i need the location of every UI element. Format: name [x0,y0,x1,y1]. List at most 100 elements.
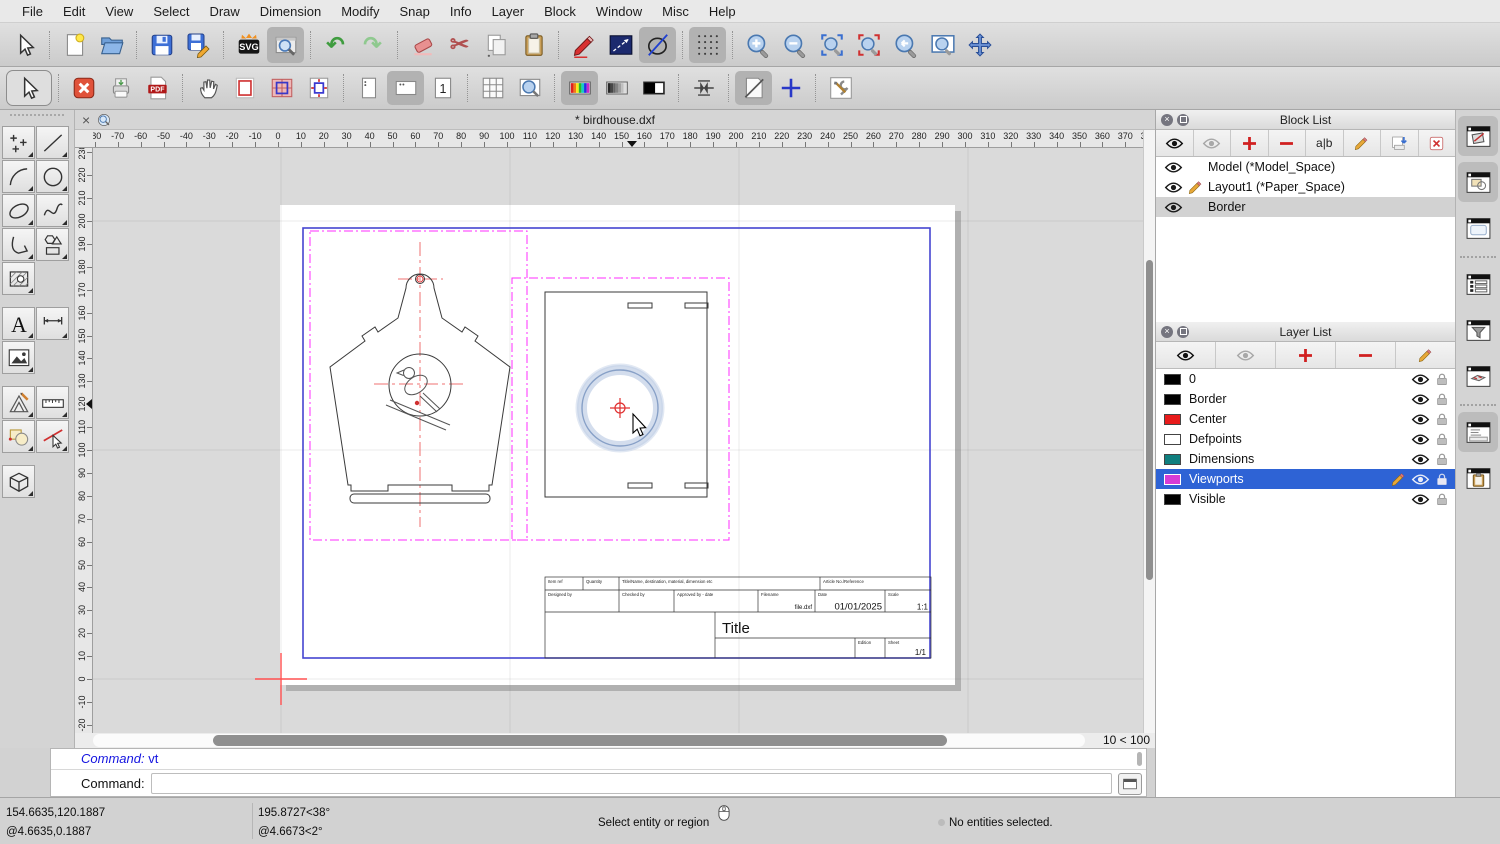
open-document-button[interactable] [93,27,130,63]
menu-misc[interactable]: Misc [652,4,699,19]
point-tools-button[interactable] [2,126,35,159]
selection-pointer-button[interactable] [6,27,43,63]
previous-view-button[interactable] [887,27,924,63]
pan-zoom-button[interactable] [961,27,998,63]
layer-edit-pencil-icon[interactable] [1389,471,1407,488]
close-print-preview-button[interactable] [65,71,102,105]
menu-view[interactable]: View [95,4,143,19]
layer-color-swatch[interactable] [1164,474,1181,485]
layer-color-swatch[interactable] [1164,434,1181,445]
layer-visibility-eye-icon[interactable] [1411,490,1429,509]
add-layer-button[interactable] [1276,342,1336,368]
hatch-tool-button[interactable] [2,262,35,295]
block-visibility-eye-icon[interactable] [1164,178,1182,197]
layer-row[interactable]: Border [1156,389,1455,409]
menu-help[interactable]: Help [699,4,746,19]
auto-fit-drawing-button[interactable] [300,71,337,105]
canvas-horizontal-scrollbar[interactable] [93,734,1085,747]
layer-color-swatch[interactable] [1164,374,1181,385]
print-preview-button[interactable] [267,27,304,63]
menu-modify[interactable]: Modify [331,4,389,19]
modify-tools-button[interactable] [2,386,35,419]
full-color-mode-button[interactable] [561,71,598,105]
named-views-panel-toggle-button[interactable] [1458,356,1498,396]
library-browser-panel-toggle-button[interactable] [1458,208,1498,248]
portrait-orientation-button[interactable] [350,71,387,105]
remove-block-button[interactable] [1269,130,1307,156]
command-history[interactable]: Command: vt [51,749,1146,770]
add-block-button[interactable] [1231,130,1269,156]
draft-mode-button[interactable] [735,71,772,105]
block-row[interactable]: Layout1 (*Paper_Space) [1156,177,1455,197]
zoom-selection-button[interactable] [850,27,887,63]
save-document-button[interactable] [143,27,180,63]
purge-unused-blocks-button[interactable] [1419,130,1456,156]
grid-toggle-button[interactable] [689,27,726,63]
show-crosshair-button[interactable] [772,71,809,105]
layer-color-swatch[interactable] [1164,394,1181,405]
layer-row[interactable]: Defpoints [1156,429,1455,449]
layer-visibility-eye-icon[interactable] [1411,430,1429,449]
remove-layer-button[interactable] [1336,342,1396,368]
delete-entities-button[interactable] [404,27,441,63]
circle-tools-button[interactable] [36,160,69,193]
block-visibility-eye-icon[interactable] [1164,158,1182,177]
rename-block-button[interactable]: a|b [1306,130,1344,156]
command-history-scrollbar[interactable] [1137,752,1142,766]
property-editor-panel-toggle-button[interactable] [1458,264,1498,304]
image-tool-button[interactable] [2,341,35,374]
polyline-tools-button[interactable] [2,228,35,261]
scale-lineweights-button[interactable] [685,71,722,105]
block-visibility-eye-icon[interactable] [1164,198,1182,217]
page-grid-button[interactable] [474,71,511,105]
layer-lock-icon[interactable] [1433,392,1451,406]
menu-window[interactable]: Window [586,4,652,19]
canvas-vertical-scrollbar[interactable] [1143,130,1155,733]
layer-color-swatch[interactable] [1164,494,1181,505]
ellipse-tools-button[interactable] [2,194,35,227]
svg-export-button[interactable]: SVG [230,27,267,63]
menu-file[interactable]: File [12,4,53,19]
edit-block-button[interactable] [1344,130,1382,156]
lengthen-button[interactable] [602,27,639,63]
cut-button[interactable]: ✂ [441,27,478,63]
solid-tools-button[interactable] [2,465,35,498]
layer-row[interactable]: 0 [1156,369,1455,389]
pan-paper-button[interactable] [189,71,226,105]
insert-block-button[interactable] [1381,130,1419,156]
menu-select[interactable]: Select [143,4,199,19]
layer-lock-icon[interactable] [1433,452,1451,466]
menu-snap[interactable]: Snap [390,4,440,19]
new-document-button[interactable] [56,27,93,63]
pdf-export-button[interactable]: PDF [139,71,176,105]
menu-dimension[interactable]: Dimension [250,4,331,19]
zoom-out-button[interactable] [776,27,813,63]
copy-button[interactable] [478,27,515,63]
undo-button[interactable]: ↶ [317,27,354,63]
hide-all-layers-button[interactable] [1216,342,1276,368]
layer-row[interactable]: Dimensions [1156,449,1455,469]
command-options-button[interactable] [1118,773,1142,795]
block-row[interactable]: Model (*Model_Space) [1156,157,1455,177]
selection-tools-button[interactable] [2,420,35,453]
black-white-mode-button[interactable] [635,71,672,105]
landscape-orientation-button[interactable] [387,71,424,105]
redo-button[interactable]: ↷ [354,27,391,63]
menu-draw[interactable]: Draw [199,4,249,19]
hide-all-blocks-button[interactable] [1194,130,1232,156]
layer-lock-icon[interactable] [1433,492,1451,506]
selection-filter-panel-toggle-button[interactable] [1458,310,1498,350]
clipboard-panel-toggle-button[interactable] [1458,458,1498,498]
page-count-button[interactable]: 1 [424,71,461,105]
horizontal-scroll-thumb[interactable] [213,735,947,746]
menu-block[interactable]: Block [534,4,586,19]
show-paper-borders-button[interactable] [226,71,263,105]
measure-tools-button[interactable] [36,386,69,419]
block-list-panel-toggle-button[interactable] [1458,116,1498,156]
pointer-mode-button[interactable] [6,70,52,106]
menu-info[interactable]: Info [440,4,482,19]
command-line-panel-toggle-button[interactable] [1458,412,1498,452]
zoom-to-page-button[interactable] [511,71,548,105]
block-row[interactable]: Border [1156,197,1455,217]
layer-row[interactable]: Visible [1156,489,1455,509]
